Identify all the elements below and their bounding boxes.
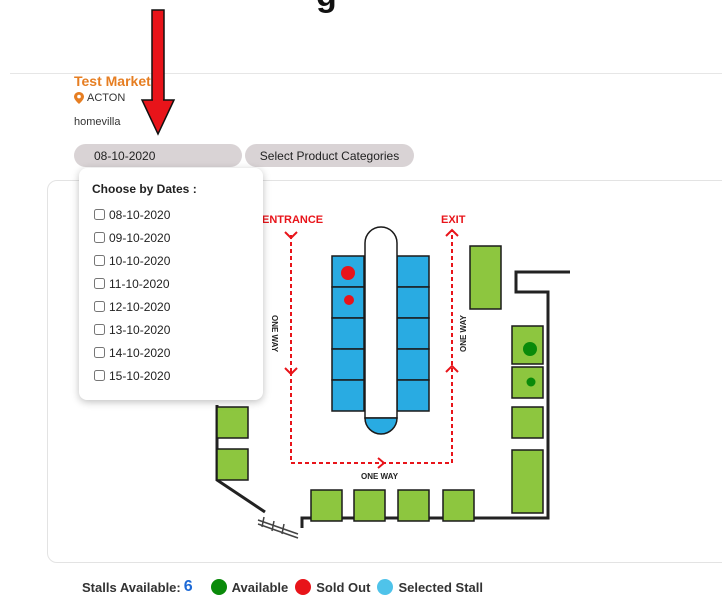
selected-dot-icon — [377, 579, 394, 595]
date-option-label: 08-10-2020 — [109, 207, 171, 222]
date-checkbox[interactable] — [94, 278, 105, 289]
date-option[interactable]: 14-10-2020 — [92, 341, 263, 364]
selected-stall-label: Selected Stall — [398, 579, 483, 595]
dates-dropdown-heading: Choose by Dates : — [92, 182, 197, 196]
gate-icon — [257, 516, 299, 539]
entrance-label: ENTRANCE — [262, 214, 324, 226]
date-option-label: 10-10-2020 — [109, 253, 171, 268]
stalls-available-count: 6 — [183, 578, 193, 595]
date-checkbox[interactable] — [94, 347, 105, 358]
date-checkbox[interactable] — [94, 301, 105, 312]
date-checkbox[interactable] — [94, 324, 105, 335]
date-option-label: 13-10-2020 — [109, 322, 171, 337]
available-label: Available — [231, 579, 289, 595]
available-dot-icon — [210, 579, 227, 595]
stalls-legend: Stalls Available: 6 Available Sold Out S… — [82, 578, 490, 596]
exit-label: EXIT — [441, 214, 466, 226]
date-checkbox[interactable] — [94, 255, 105, 266]
sold-out-label: Sold Out — [316, 579, 371, 595]
date-checkbox[interactable] — [94, 370, 105, 381]
date-checkbox[interactable] — [94, 209, 105, 220]
date-option[interactable]: 09-10-2020 — [92, 226, 263, 249]
date-option-label: 15-10-2020 — [109, 368, 171, 383]
date-option[interactable]: 15-10-2020 — [92, 364, 263, 387]
date-checkbox[interactable] — [94, 232, 105, 243]
date-option[interactable]: 08-10-2020 — [92, 203, 263, 226]
date-option-label: 12-10-2020 — [109, 299, 171, 314]
date-option[interactable]: 12-10-2020 — [92, 295, 263, 318]
one-way-label-right: ONE WAY — [459, 314, 469, 353]
date-option[interactable]: 10-10-2020 — [92, 249, 263, 272]
dates-dropdown: Choose by Dates : 08-10-2020 09-10-2020 … — [79, 168, 263, 400]
one-way-label-bottom: ONE WAY — [361, 472, 399, 481]
sold-out-dot-icon — [295, 579, 312, 595]
stalls-available-label: Stalls Available: — [82, 579, 181, 595]
date-option-label: 14-10-2020 — [109, 345, 171, 360]
date-option[interactable]: 11-10-2020 — [92, 272, 263, 295]
date-option-label: 11-10-2020 — [109, 276, 170, 291]
one-way-label-left: ONE WAY — [270, 314, 280, 353]
date-option[interactable]: 13-10-2020 — [92, 318, 263, 341]
date-option-label: 09-10-2020 — [109, 230, 171, 245]
